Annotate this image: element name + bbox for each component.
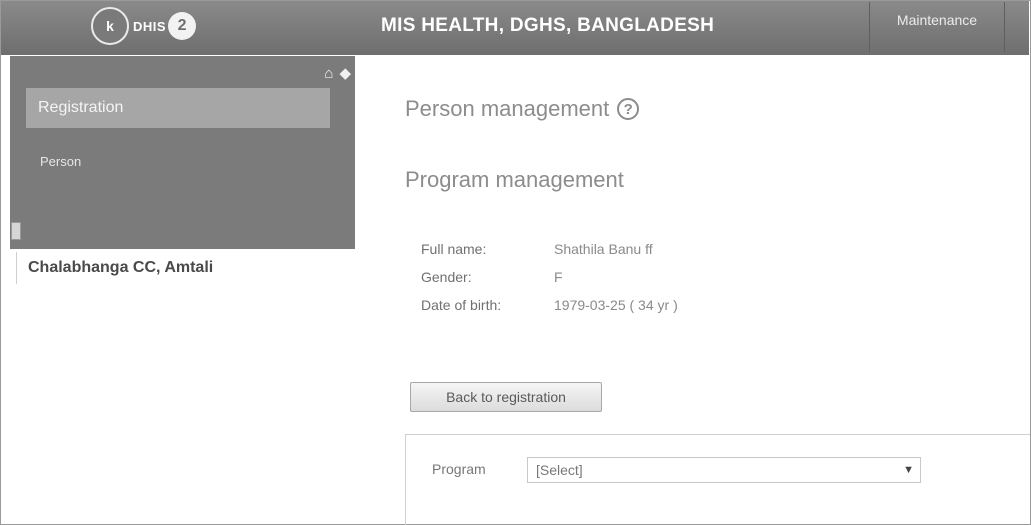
chevron-down-icon: ▼ bbox=[903, 464, 914, 476]
government-seal-icon: k bbox=[91, 7, 129, 45]
dob-value: 1979-03-25 ( 34 yr ) bbox=[554, 297, 678, 313]
maintenance-menu[interactable]: Maintenance bbox=[869, 2, 1005, 52]
app-title: MIS HEALTH, DGHS, BANGLADESH bbox=[381, 15, 715, 36]
logo-text: DHIS bbox=[133, 18, 167, 34]
program-label: Program bbox=[432, 461, 486, 477]
gender-value: F bbox=[554, 269, 563, 285]
dob-label: Date of birth: bbox=[421, 297, 502, 313]
full-name-value: Shathila Banu ff bbox=[554, 241, 653, 257]
person-info: Full name: Shathila Banu ff Gender: F Da… bbox=[421, 241, 678, 325]
org-tree-line bbox=[16, 252, 17, 284]
program-select[interactable]: [Select] ▼ bbox=[527, 457, 921, 483]
program-panel: Program [Select] ▼ bbox=[405, 434, 1030, 525]
dhis2-logo[interactable]: k DHIS 2 bbox=[91, 7, 197, 45]
page-title: Person management ? bbox=[405, 96, 640, 122]
sidebar-icons: ⌂ ◆ bbox=[318, 64, 351, 82]
help-icon[interactable]: ? bbox=[617, 98, 640, 120]
person-management-title: Person management bbox=[405, 96, 610, 121]
org-unit-label[interactable]: Chalabhanga CC, Amtali bbox=[28, 259, 213, 277]
sidebar-collapse-handle[interactable] bbox=[11, 222, 21, 240]
sidebar-item-person[interactable]: Person bbox=[40, 154, 81, 169]
sidebar-section-registration[interactable]: Registration bbox=[26, 88, 330, 128]
top-header: k DHIS 2 MIS HEALTH, DGHS, BANGLADESH Ma… bbox=[1, 1, 1029, 55]
info-row-gender: Gender: F bbox=[421, 269, 678, 297]
sidebar: ⌂ ◆ Registration Person bbox=[10, 56, 355, 249]
full-name-label: Full name: bbox=[421, 241, 487, 257]
gender-label: Gender: bbox=[421, 269, 472, 285]
info-row-full-name: Full name: Shathila Banu ff bbox=[421, 241, 678, 269]
home-icon[interactable]: ⌂ bbox=[324, 65, 333, 82]
logo-badge: 2 bbox=[168, 12, 197, 40]
back-to-registration-button[interactable]: Back to registration bbox=[410, 382, 602, 412]
program-management-title: Program management bbox=[405, 167, 624, 192]
arrow-left-icon[interactable]: ◆ bbox=[339, 65, 351, 82]
info-row-dob: Date of birth: 1979-03-25 ( 34 yr ) bbox=[421, 297, 678, 325]
program-select-value: [Select] bbox=[536, 462, 583, 478]
